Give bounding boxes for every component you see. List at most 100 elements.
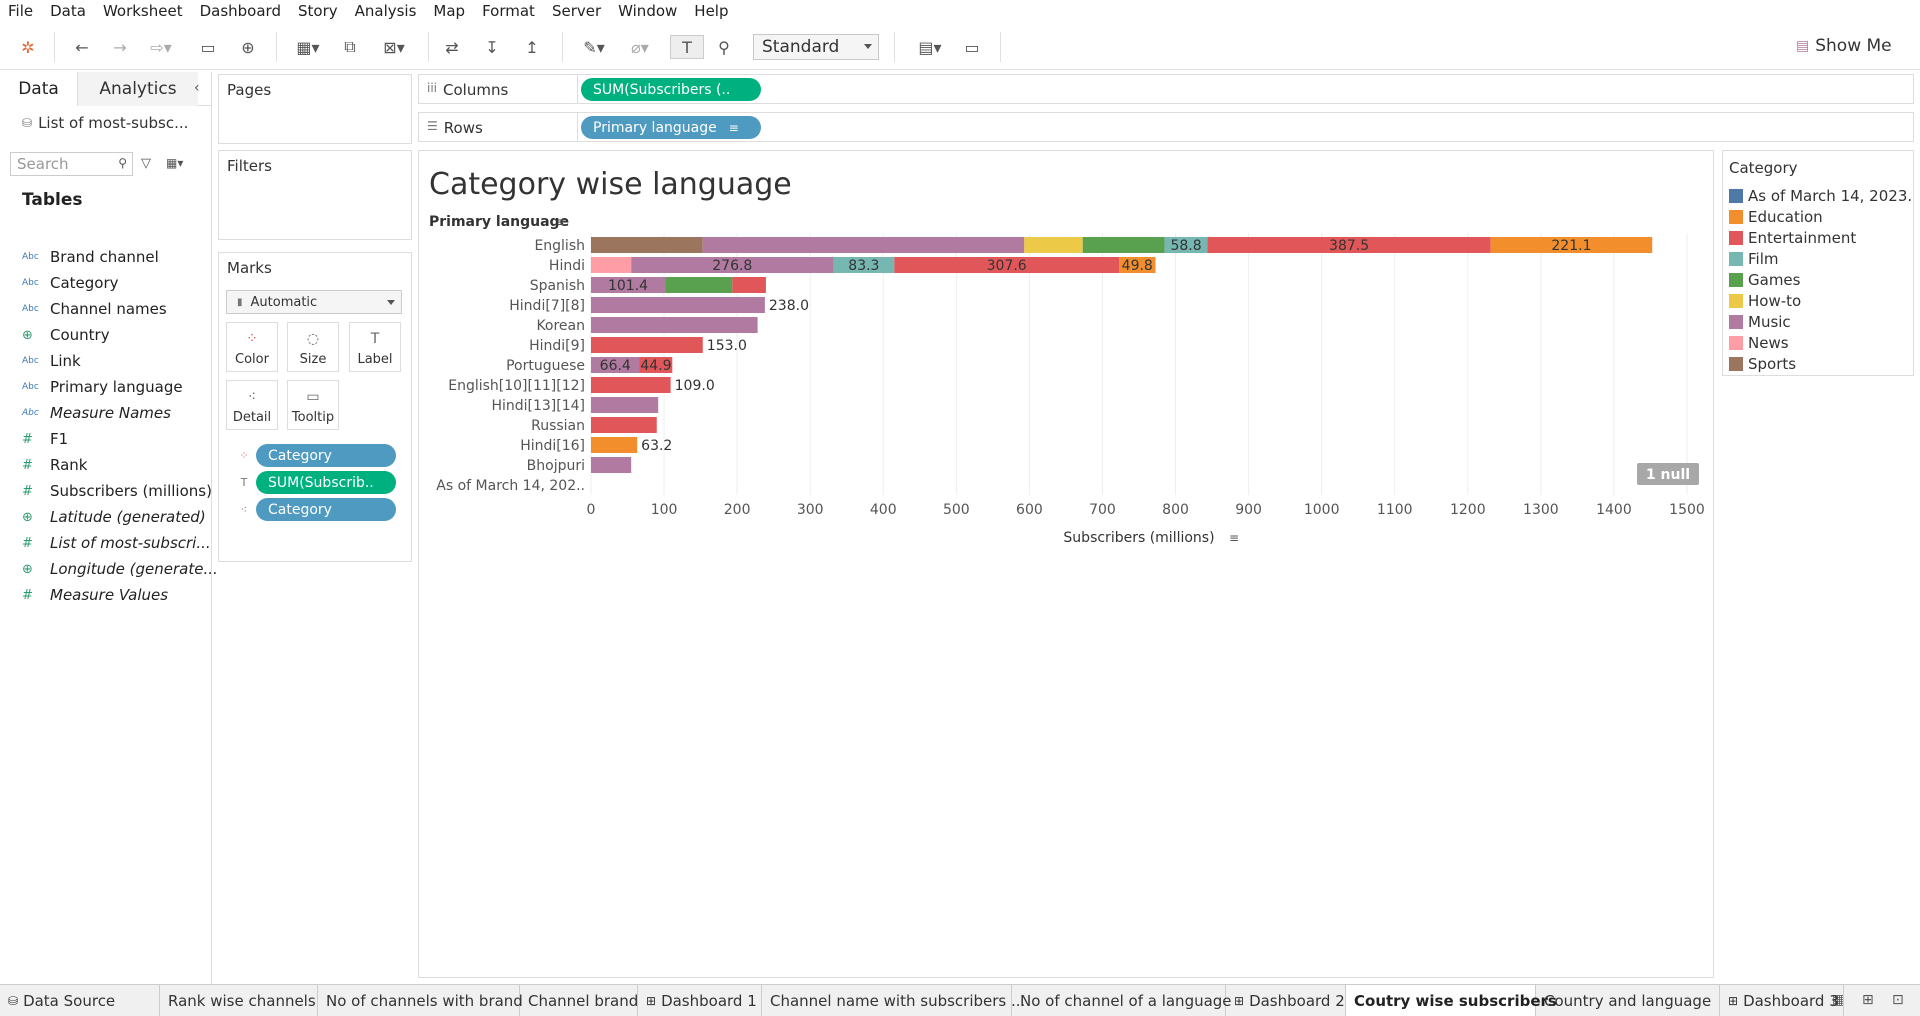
clear-sheet-icon[interactable]: ⊠▾ bbox=[376, 35, 412, 59]
legend-item[interactable]: Education bbox=[1729, 208, 1913, 226]
marks-pill[interactable]: Category bbox=[256, 444, 396, 467]
sheet-tab-data-source[interactable]: ⛁ Data Source bbox=[0, 985, 160, 1016]
marks-pill[interactable]: Category bbox=[256, 498, 396, 521]
legend-item[interactable]: How-to bbox=[1729, 292, 1913, 310]
field-list-of-most-subscri[interactable]: # List of most-subscri... bbox=[22, 532, 211, 554]
fit-dropdown[interactable]: Standard bbox=[753, 34, 879, 60]
pages-heading: Pages bbox=[227, 81, 272, 99]
menu-story[interactable]: Story bbox=[290, 2, 347, 20]
show-cards-icon[interactable]: ▤▾ bbox=[910, 35, 950, 59]
sheet-tab-dashboard-1[interactable]: ⊞ Dashboard 1 bbox=[638, 985, 762, 1016]
marks-pill-row: ⁘ Category bbox=[236, 444, 416, 468]
fix-axes-icon[interactable]: ⚲ bbox=[712, 35, 736, 59]
columns-pill[interactable]: SUM(Subscribers (.. bbox=[581, 78, 761, 101]
filters-card[interactable]: Filters bbox=[218, 150, 412, 240]
sheet-tab-dashboard-3[interactable]: ⊞ Dashboard 3 bbox=[1720, 985, 1844, 1016]
new-story-tab-icon[interactable]: ⊡ bbox=[1892, 992, 1904, 1008]
replay-icon[interactable]: ⇨▾ bbox=[146, 35, 176, 59]
field-channel-names[interactable]: Abc Channel names bbox=[22, 298, 167, 320]
redo-icon[interactable]: → bbox=[108, 35, 132, 59]
show-mark-labels-icon[interactable]: T bbox=[670, 35, 704, 59]
pages-card[interactable]: Pages bbox=[218, 74, 412, 144]
marks-tooltip-button[interactable]: ▭ Tooltip bbox=[287, 380, 339, 430]
data-label: 101.4 bbox=[608, 278, 648, 294]
new-datasource-icon[interactable]: ⊕ bbox=[236, 35, 260, 59]
new-worksheet-icon[interactable]: ▦▾ bbox=[290, 35, 326, 59]
menu-map[interactable]: Map bbox=[425, 2, 474, 20]
field-measure-values[interactable]: # Measure Values bbox=[22, 584, 168, 606]
field-brand-channel[interactable]: Abc Brand channel bbox=[22, 246, 159, 268]
field-rank[interactable]: # Rank bbox=[22, 454, 87, 476]
field-measure-names[interactable]: Abc Measure Names bbox=[22, 402, 171, 424]
menu-format[interactable]: Format bbox=[474, 2, 544, 20]
field-link[interactable]: Abc Link bbox=[22, 350, 81, 372]
sheet-tab-channel-name-with-subscribers[interactable]: Channel name with subscribers ... bbox=[762, 985, 1025, 1016]
sheet-tab-channel-brand[interactable]: Channel brand bbox=[520, 985, 638, 1016]
field-category[interactable]: Abc Category bbox=[22, 272, 119, 294]
field-country[interactable]: ⊕ Country bbox=[22, 324, 110, 346]
row-label: Hindi[7][8] bbox=[509, 298, 585, 314]
swap-axes-icon[interactable]: ⇄ bbox=[440, 35, 464, 59]
rows-shelf[interactable]: ☰ Rows Primary language ≡ bbox=[418, 112, 1914, 142]
marks-size-button[interactable]: ◌ Size bbox=[287, 322, 339, 372]
save-icon[interactable]: ▭ bbox=[196, 35, 220, 59]
sort-ascending-icon[interactable]: ↧ bbox=[480, 35, 504, 59]
search-input[interactable]: Search ⚲ bbox=[10, 152, 133, 176]
menu-worksheet[interactable]: Worksheet bbox=[95, 2, 192, 20]
view-options-icon[interactable]: ▦▾ bbox=[166, 156, 183, 170]
field-label: Primary language bbox=[50, 378, 183, 396]
field-longitude-generate[interactable]: ⊕ Longitude (generate... bbox=[22, 558, 218, 580]
highlight-icon[interactable]: ✎▾ bbox=[576, 35, 612, 59]
menu-dashboard[interactable]: Dashboard bbox=[192, 2, 290, 20]
legend-swatch bbox=[1729, 336, 1743, 350]
undo-icon[interactable]: ← bbox=[70, 35, 94, 59]
group-members-icon[interactable]: ⌀▾ bbox=[622, 35, 658, 59]
field-latitude-generated[interactable]: ⊕ Latitude (generated) bbox=[22, 506, 206, 528]
rows-pill[interactable]: Primary language ≡ bbox=[581, 116, 761, 139]
tab-analytics[interactable]: Analytics bbox=[78, 72, 198, 106]
menu-file[interactable]: File bbox=[0, 2, 42, 20]
legend-item[interactable]: Music bbox=[1729, 313, 1913, 331]
columns-shelf[interactable]: iii Columns SUM(Subscribers (.. bbox=[418, 74, 1914, 104]
menu-help[interactable]: Help bbox=[686, 2, 737, 20]
data-pane: Data Analytics ‹ ⛁ List of most-subsc... … bbox=[0, 72, 218, 984]
datasource-label: List of most-subsc... bbox=[38, 114, 189, 132]
search-icon: ⚲ bbox=[118, 156, 127, 170]
tableau-logo-icon[interactable]: ✲ bbox=[16, 35, 40, 59]
duplicate-sheet-icon[interactable]: ⧉ bbox=[338, 35, 362, 59]
menu-window[interactable]: Window bbox=[610, 2, 686, 20]
sheet-tab-no-of-channel-of-a-language[interactable]: No of channel of a language bbox=[1012, 985, 1232, 1016]
legend-item[interactable]: News bbox=[1729, 334, 1913, 352]
legend-item[interactable]: Games bbox=[1729, 271, 1913, 289]
sheet-tab-country-and-language[interactable]: Country and language bbox=[1536, 985, 1720, 1016]
marks-pill[interactable]: SUM(Subscrib.. bbox=[256, 471, 396, 494]
datasource-item[interactable]: ⛁ List of most-subsc... bbox=[22, 114, 188, 132]
sheet-tab-no-of-channels-with-brand[interactable]: No of channels with brand bbox=[318, 985, 523, 1016]
sheet-tab-coutry-wise-subscribers[interactable]: Coutry wise subscribers bbox=[1346, 985, 1557, 1016]
bar-chart-icon: ▮ bbox=[237, 296, 243, 308]
marks-color-button[interactable]: ⁘ Color bbox=[226, 322, 278, 372]
collapse-pane-icon[interactable]: ‹ bbox=[194, 80, 200, 96]
x-tick-label: 500 bbox=[943, 502, 970, 518]
menu-server[interactable]: Server bbox=[544, 2, 610, 20]
legend-item[interactable]: As of March 14, 2023.. bbox=[1729, 187, 1913, 205]
sheet-tab-dashboard-2[interactable]: ⊞ Dashboard 2 bbox=[1226, 985, 1346, 1016]
field-primary-language[interactable]: Abc Primary language bbox=[22, 376, 183, 398]
presentation-mode-icon[interactable]: ▭ bbox=[960, 35, 984, 59]
menu-analysis[interactable]: Analysis bbox=[347, 2, 426, 20]
marks-label-button[interactable]: T Label bbox=[349, 322, 401, 372]
filter-icon[interactable]: ▽ bbox=[141, 156, 151, 171]
field-subscribers-millions[interactable]: # Subscribers (millions) bbox=[22, 480, 212, 502]
sort-descending-icon[interactable]: ↥ bbox=[520, 35, 544, 59]
sheet-tab-rank-wise-channels[interactable]: Rank wise channels bbox=[160, 985, 318, 1016]
marks-detail-button[interactable]: ⁖ Detail bbox=[226, 380, 278, 430]
show-me-button[interactable]: ▤ Show Me bbox=[1796, 36, 1892, 56]
menu-data[interactable]: Data bbox=[42, 2, 95, 20]
new-dashboard-tab-icon[interactable]: ⊞ bbox=[1862, 992, 1874, 1008]
tab-data[interactable]: Data bbox=[0, 72, 78, 106]
legend-item[interactable]: Sports bbox=[1729, 355, 1913, 373]
legend-item[interactable]: Entertainment bbox=[1729, 229, 1913, 247]
field-f1[interactable]: # F1 bbox=[22, 428, 68, 450]
mark-type-dropdown[interactable]: ▮ Automatic bbox=[226, 290, 402, 314]
legend-item[interactable]: Film bbox=[1729, 250, 1913, 268]
